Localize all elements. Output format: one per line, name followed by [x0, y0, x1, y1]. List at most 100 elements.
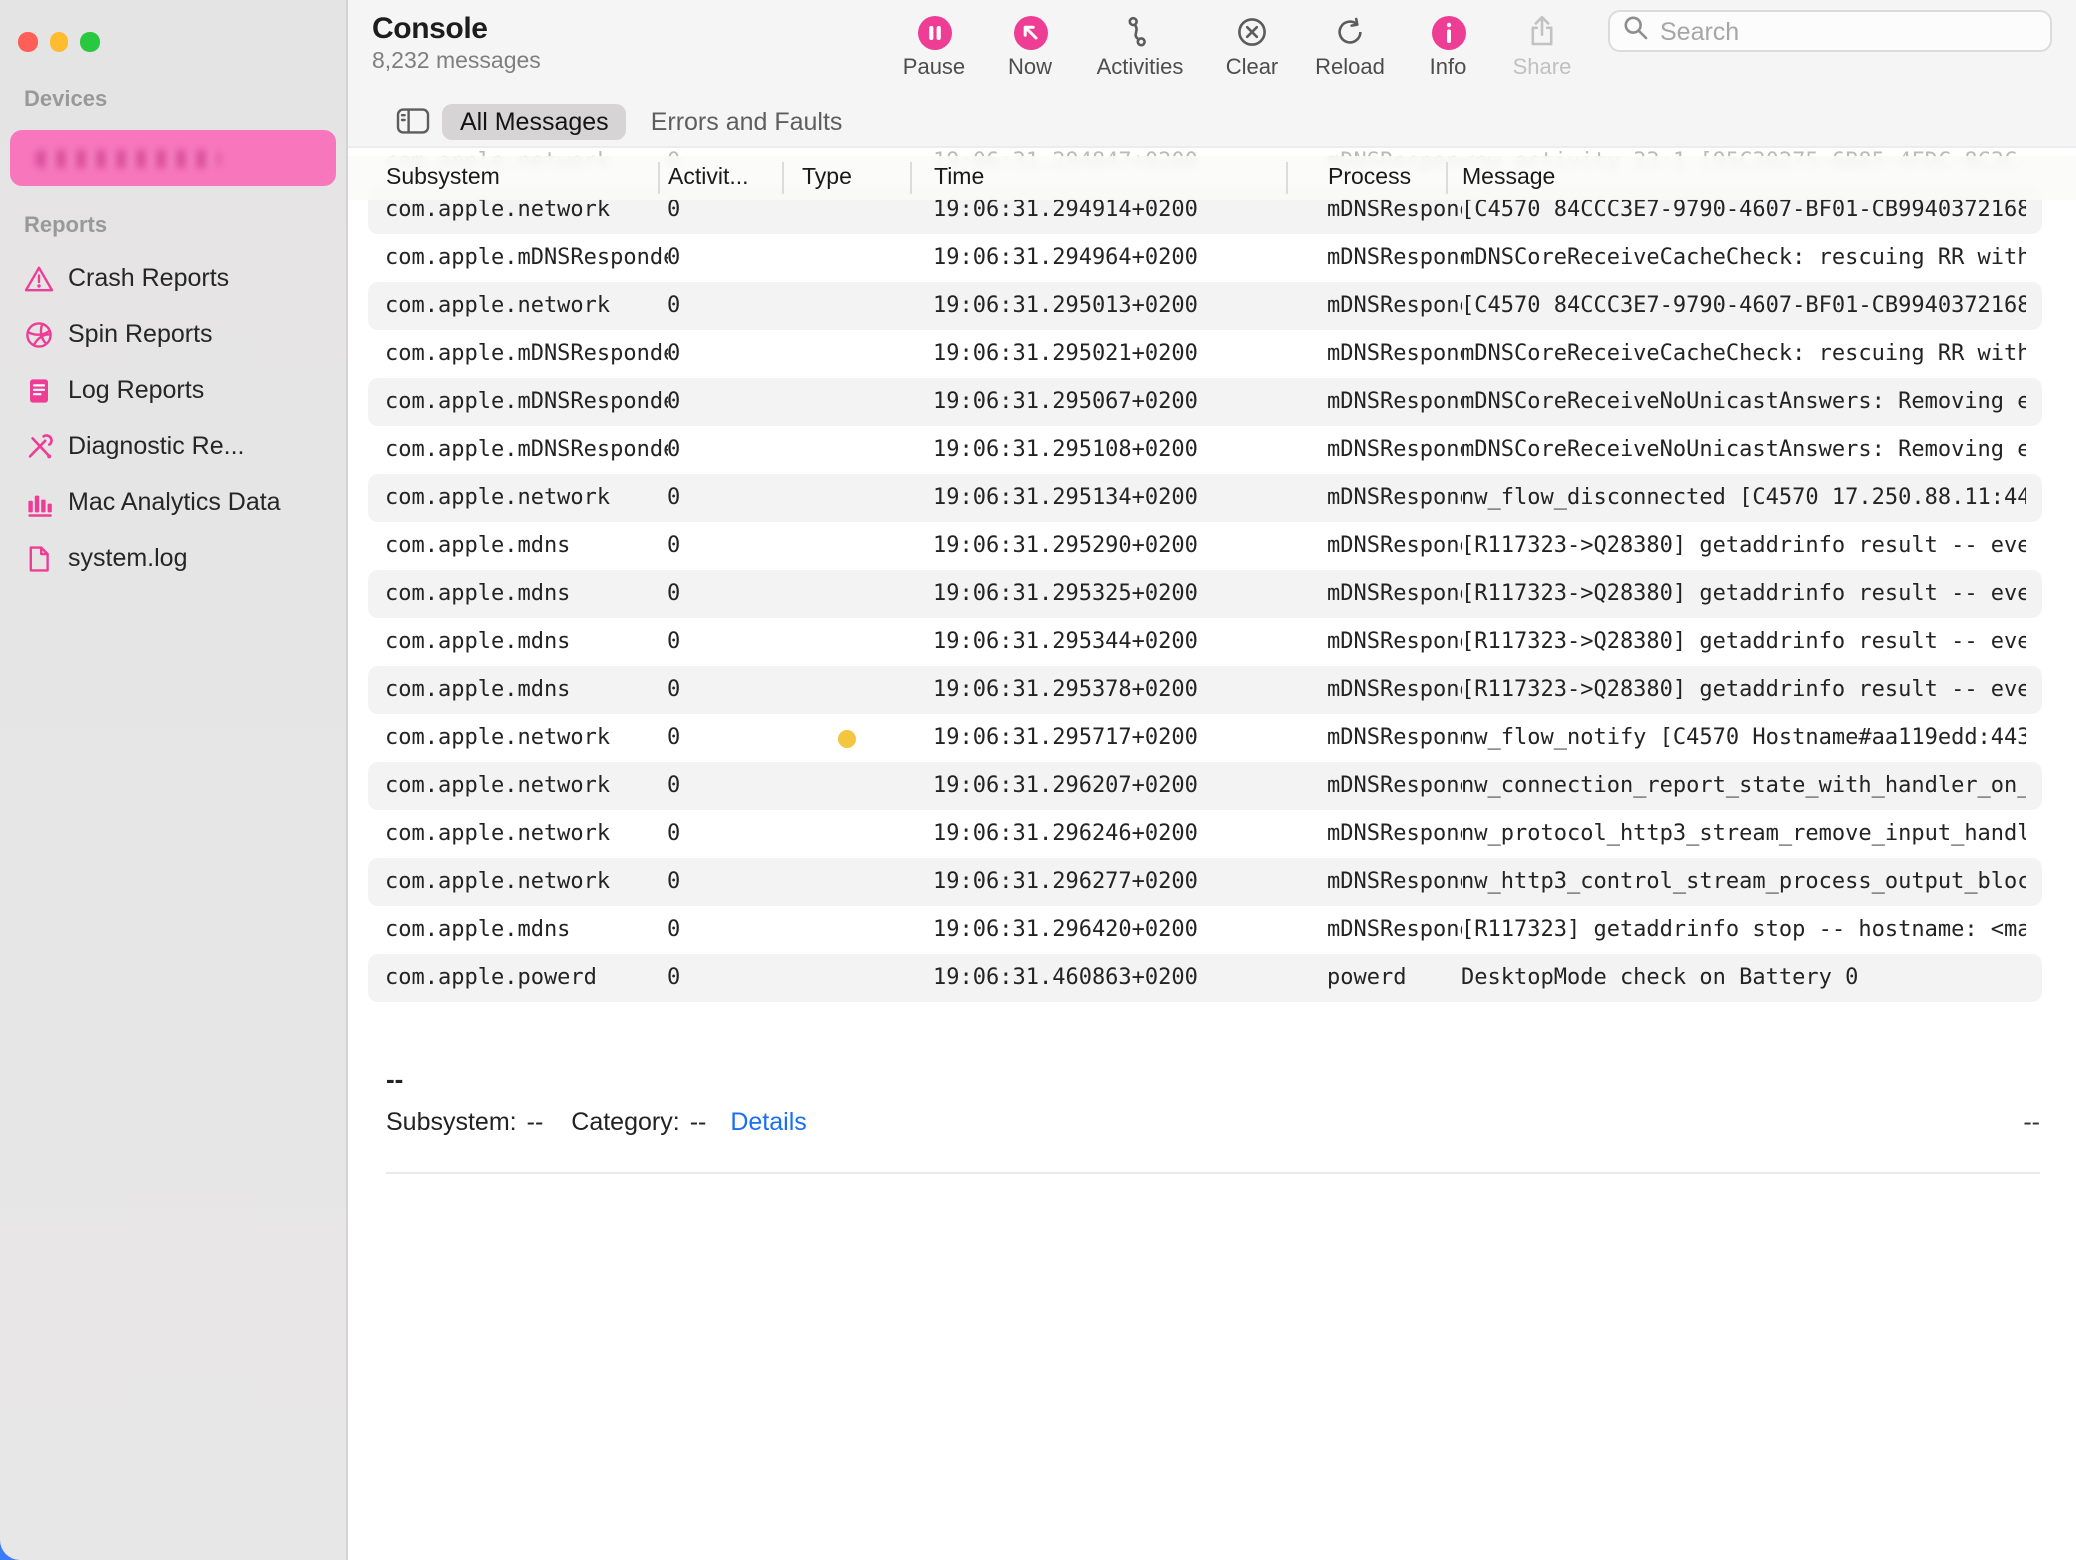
log-row[interactable]: com.apple.network019:06:31.296207+0200mD… [367, 762, 2041, 810]
cell-time: 19:06:31.460863+0200 [933, 954, 1327, 1002]
aperture-icon [24, 319, 54, 349]
cell-message: [R117323->Q28380] getaddrinfo result -- … [1461, 666, 2025, 714]
log-row[interactable]: com.apple.mDNSResponder019:06:31.294964+… [367, 234, 2041, 282]
tab-errors-and-faults[interactable]: Errors and Faults [639, 103, 855, 139]
log-row[interactable]: com.apple.mdns019:06:31.295325+0200mDNSR… [367, 570, 2041, 618]
cell-activity: 0 [667, 810, 793, 858]
cell-process: mDNSResponder [1327, 330, 1461, 378]
cell-activity: 0 [667, 330, 793, 378]
now-button[interactable]: Now [966, 14, 1094, 80]
cell-activity: 0 [667, 618, 793, 666]
cell-subsystem: com.apple.network [385, 282, 667, 330]
column-divider[interactable] [910, 162, 912, 194]
details-link[interactable]: Details [730, 1108, 806, 1136]
traffic-lights [18, 32, 99, 51]
column-header-process[interactable]: Process [1328, 156, 1411, 200]
sidebar-item-label: Mac Analytics Data [68, 488, 281, 516]
toolbar-button-label: Now [966, 56, 1094, 80]
log-row[interactable]: com.apple.mDNSResponder019:06:31.295021+… [367, 330, 2041, 378]
sidebar-item-device-selected[interactable] [10, 130, 336, 186]
zoom-button[interactable] [80, 32, 99, 51]
activities-button[interactable]: Activities [1076, 14, 1204, 80]
column-header-type[interactable]: Type [802, 156, 852, 200]
cell-process: mDNSResponder [1327, 810, 1461, 858]
cell-process: mDNSResponder [1327, 714, 1461, 762]
cell-message: [R117323->Q28380] getaddrinfo result -- … [1461, 522, 2025, 570]
cell-subsystem: com.apple.mdns [385, 618, 667, 666]
tab-all-messages[interactable]: All Messages [442, 103, 627, 139]
cell-time: 19:06:31.295378+0200 [933, 666, 1327, 714]
cell-subsystem: com.apple.mdns [385, 570, 667, 618]
column-header-message[interactable]: Message [1462, 156, 1555, 200]
detail-divider [386, 1172, 2040, 1174]
column-divider[interactable] [658, 162, 660, 194]
cell-time: 19:06:31.296246+0200 [933, 810, 1327, 858]
sidebar-item-mac-analytics-data[interactable]: Mac Analytics Data [0, 474, 346, 530]
cell-time: 19:06:31.295290+0200 [933, 522, 1327, 570]
column-divider[interactable] [1286, 162, 1288, 194]
cell-time: 19:06:31.294964+0200 [933, 234, 1327, 282]
cell-process: mDNSResponder [1327, 282, 1461, 330]
cell-message: mDNSCoreReceiveCacheCheck: rescuing RR w… [1461, 330, 2025, 378]
log-table: com.apple.network019:06:31.294847+0200mD… [348, 148, 2076, 1024]
detail-subsystem-value: -- [527, 1108, 544, 1136]
sidebar-item-label: Log Reports [68, 376, 204, 404]
cell-message: nw_protocol_http3_stream_remove_input_ha… [1461, 810, 2025, 858]
detail-category-value: -- [690, 1108, 707, 1136]
share-icon [1478, 14, 1606, 50]
main-content: Console 8,232 messages PauseNowActivitie… [348, 0, 2076, 1560]
detail-title: -- [386, 1066, 403, 1094]
cell-activity: 0 [667, 714, 793, 762]
column-header-activit[interactable]: Activit... [668, 156, 749, 200]
log-row[interactable]: com.apple.network019:06:31.295013+0200mD… [367, 282, 2041, 330]
sidebar-item-log-reports[interactable]: Log Reports [0, 362, 346, 418]
sidebar-item-spin-reports[interactable]: Spin Reports [0, 306, 346, 362]
cell-process: powerd [1327, 954, 1461, 1002]
log-row[interactable]: com.apple.powerd019:06:31.460863+0200pow… [367, 954, 2041, 1002]
log-row[interactable]: com.apple.mdns019:06:31.295378+0200mDNSR… [367, 666, 2041, 714]
detail-category-label: Category: [571, 1108, 679, 1136]
log-row[interactable]: com.apple.mdns019:06:31.295290+0200mDNSR… [367, 522, 2041, 570]
log-row[interactable]: com.apple.network019:06:31.295134+0200mD… [367, 474, 2041, 522]
sidebar-item-crash-reports[interactable]: Crash Reports [0, 250, 346, 306]
reports-section-header: Reports [24, 214, 346, 238]
log-row[interactable]: com.apple.network019:06:31.296246+0200mD… [367, 810, 2041, 858]
close-button[interactable] [18, 32, 37, 51]
share-button: Share [1478, 14, 1606, 80]
sidebar-item-system-log[interactable]: system.log [0, 530, 346, 586]
device-name-redacted [36, 150, 220, 168]
sidebar-toggle-icon[interactable] [396, 106, 430, 136]
cell-message: [R117323] getaddrinfo stop -- hostname: … [1461, 906, 2025, 954]
cell-message: mDNSCoreReceiveNoUnicastAnswers: Removin… [1461, 378, 2025, 426]
arrow-up-left-icon [966, 14, 1094, 50]
log-row[interactable]: com.apple.mdns019:06:31.295344+0200mDNSR… [367, 618, 2041, 666]
column-header-time[interactable]: Time [934, 156, 984, 200]
bar-chart-icon [24, 487, 54, 517]
cell-message: nw_connection_report_state_with_handler_… [1461, 762, 2025, 810]
search-input[interactable] [1656, 15, 2038, 47]
cell-time: 19:06:31.295108+0200 [933, 426, 1327, 474]
column-divider[interactable] [782, 162, 784, 194]
log-row[interactable]: com.apple.network019:06:31.295717+0200mD… [367, 714, 2041, 762]
cell-activity: 0 [667, 762, 793, 810]
cell-process: mDNSResponder [1327, 858, 1461, 906]
sidebar-item-label: system.log [68, 544, 188, 572]
search-field[interactable] [1608, 10, 2052, 52]
cell-subsystem: com.apple.mdns [385, 906, 667, 954]
cell-time: 19:06:31.296420+0200 [933, 906, 1327, 954]
minimize-button[interactable] [49, 32, 68, 51]
log-row[interactable]: com.apple.mDNSResponder019:06:31.295108+… [367, 426, 2041, 474]
column-divider[interactable] [1446, 162, 1448, 194]
log-document-icon [24, 375, 54, 405]
sidebar-item-label: Crash Reports [68, 264, 229, 292]
cell-message: nw_flow_notify [C4570 Hostname#aa119edd:… [1461, 714, 2025, 762]
log-row[interactable]: com.apple.network019:06:31.296277+0200mD… [367, 858, 2041, 906]
log-row[interactable]: com.apple.mdns019:06:31.296420+0200mDNSR… [367, 906, 2041, 954]
log-row[interactable]: com.apple.mDNSResponder019:06:31.295067+… [367, 378, 2041, 426]
cell-activity: 0 [667, 522, 793, 570]
cell-process: mDNSResponder [1327, 762, 1461, 810]
sidebar-item-diagnostic-re[interactable]: Diagnostic Re... [0, 418, 346, 474]
column-header-subsystem[interactable]: Subsystem [386, 156, 500, 200]
console-window: Devices Reports Crash ReportsSpin Report… [0, 0, 2076, 1560]
cell-time: 19:06:31.295021+0200 [933, 330, 1327, 378]
